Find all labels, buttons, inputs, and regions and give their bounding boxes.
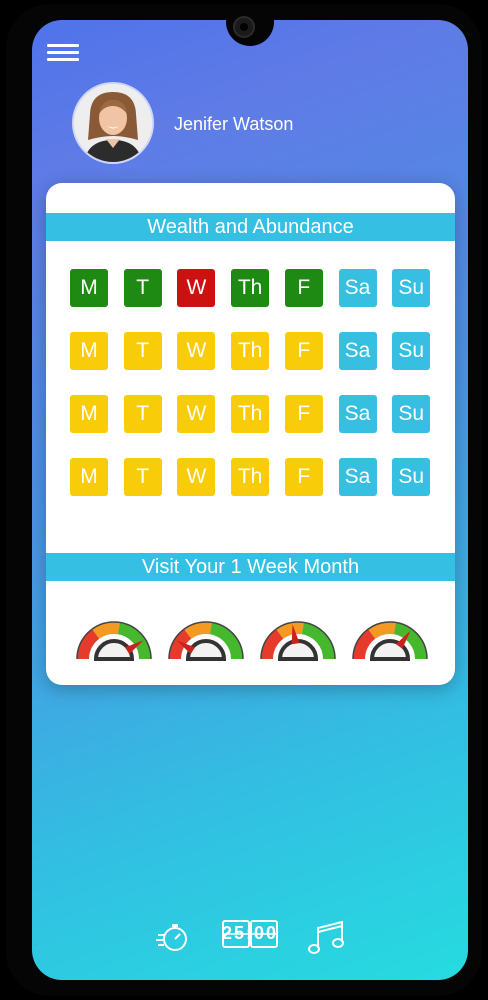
bottom-bar: 25:00 <box>32 916 468 966</box>
day-cell[interactable]: Sa <box>338 395 377 433</box>
day-cell[interactable]: Su <box>392 458 431 496</box>
gauge-segment <box>276 622 304 639</box>
day-cell[interactable]: W <box>177 458 216 496</box>
gauge-hub <box>185 639 227 661</box>
gauge-row <box>76 621 428 661</box>
gauge <box>168 621 244 661</box>
day-cell[interactable]: Th <box>231 332 270 370</box>
week-section-title: Visit Your 1 Week Month <box>46 553 455 581</box>
timer-display-icon[interactable]: 25:00 <box>222 920 278 948</box>
phone-frame: Jenifer Watson Wealth and Abundance MTWT… <box>6 4 482 996</box>
gauge <box>260 621 336 661</box>
day-cell[interactable]: Sa <box>338 332 377 370</box>
wealth-card-title: Wealth and Abundance <box>46 213 455 241</box>
gauge-segment <box>77 629 100 660</box>
day-cell[interactable]: W <box>177 269 216 307</box>
gauge-segment <box>368 622 396 639</box>
day-cell[interactable]: M <box>70 395 108 433</box>
day-cell[interactable]: M <box>70 269 108 307</box>
gauge-segment <box>92 622 120 639</box>
day-cell[interactable]: Su <box>392 332 431 370</box>
hamburger-menu-icon[interactable] <box>47 44 79 64</box>
gauge <box>76 621 152 661</box>
day-cell[interactable]: T <box>123 458 162 496</box>
day-cell[interactable]: T <box>123 269 162 307</box>
gauge <box>352 621 428 661</box>
day-cell[interactable]: Sa <box>338 458 377 496</box>
gauge-segment <box>184 622 212 639</box>
profile-photo <box>74 84 152 162</box>
day-cell[interactable]: W <box>177 332 216 370</box>
day-cell[interactable]: F <box>284 458 323 496</box>
timer-display-text: 25:00 <box>222 923 279 943</box>
habit-card: Wealth and Abundance M T W Th F Sa Su M T W Th F Sa S… <box>46 183 455 685</box>
front-camera <box>233 16 255 38</box>
avatar[interactable] <box>74 84 152 162</box>
stopwatch-icon[interactable] <box>156 920 190 954</box>
day-cell[interactable]: W <box>177 395 216 433</box>
gauge-hub <box>277 639 319 661</box>
day-cell[interactable]: F <box>284 332 323 370</box>
day-cell[interactable]: Su <box>392 269 431 307</box>
gauge-segment <box>353 629 376 660</box>
day-cell[interactable]: F <box>284 269 323 307</box>
day-cell[interactable]: T <box>123 332 162 370</box>
day-cell[interactable]: M <box>70 332 108 370</box>
day-cell[interactable]: Th <box>231 269 270 307</box>
gauge-hub <box>93 639 135 661</box>
day-cell[interactable]: Th <box>231 395 270 433</box>
user-name: Jenifer Watson <box>174 114 294 134</box>
gauge-segment <box>261 629 284 660</box>
day-cell[interactable]: Sa <box>338 269 377 307</box>
day-cell[interactable]: T <box>123 395 162 433</box>
day-cell[interactable]: F <box>284 395 323 433</box>
day-cell[interactable]: M <box>70 458 108 496</box>
app-screen: Jenifer Watson Wealth and Abundance MTWT… <box>32 20 468 980</box>
day-cell[interactable]: Su <box>392 395 431 433</box>
day-cell[interactable]: Th <box>231 458 270 496</box>
music-note-icon[interactable] <box>308 920 346 956</box>
